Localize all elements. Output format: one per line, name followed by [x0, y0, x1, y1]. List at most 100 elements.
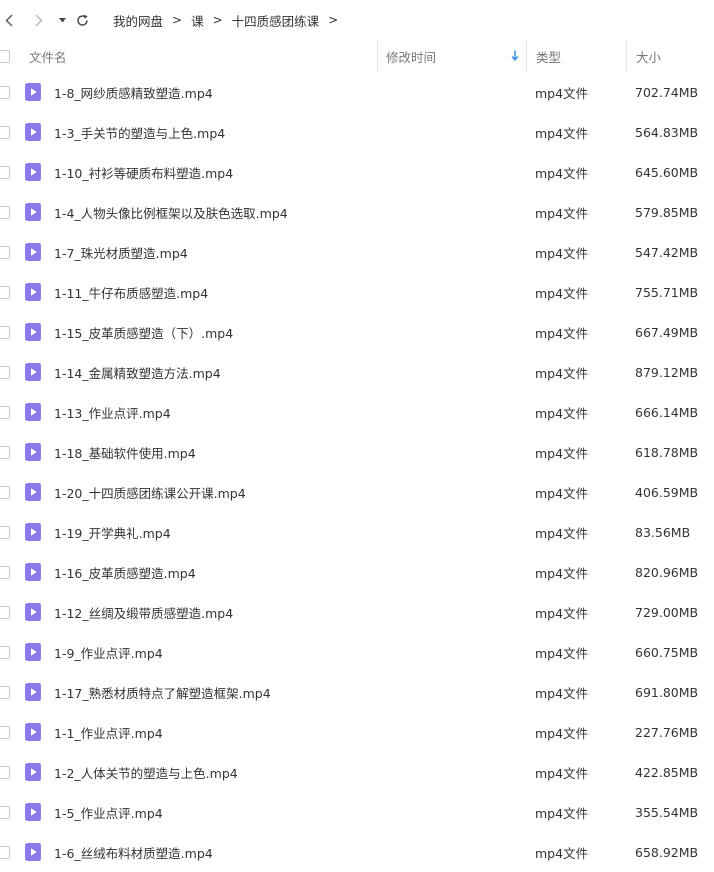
file-row[interactable]: 1-13_作业点评.mp4 mp4文件 666.14MB — [0, 392, 714, 432]
file-row-checkbox[interactable] — [0, 125, 10, 139]
file-icon-cell — [25, 352, 42, 392]
file-size: 691.80MB — [635, 684, 699, 700]
file-row[interactable]: 1-12_丝绸及缎带质感塑造.mp4 mp4文件 729.00MB — [0, 592, 714, 632]
file-row-checkbox[interactable] — [0, 725, 10, 739]
file-size: 666.14MB — [635, 404, 699, 420]
file-row[interactable]: 1-7_珠光材质塑造.mp4 mp4文件 547.42MB — [0, 232, 714, 272]
file-name[interactable]: 1-13_作业点评.mp4 — [54, 392, 374, 432]
breadcrumb-item-root[interactable]: 我的网盘 — [113, 11, 163, 30]
file-type: mp4文件 — [535, 485, 589, 501]
file-row-check-cell — [0, 352, 16, 392]
file-row-checkbox[interactable] — [0, 245, 10, 259]
file-row[interactable]: 1-9_作业点评.mp4 mp4文件 660.75MB — [0, 632, 714, 672]
column-header-name[interactable]: 文件名 — [29, 40, 374, 72]
file-name[interactable]: 1-8_网纱质感精致塑造.mp4 — [54, 72, 374, 112]
file-row[interactable]: 1-14_金属精致塑造方法.mp4 mp4文件 879.12MB — [0, 352, 714, 392]
history-dropdown-button[interactable] — [55, 0, 69, 40]
file-row-checkbox[interactable] — [0, 165, 10, 179]
file-row-checkbox[interactable] — [0, 485, 10, 499]
column-header-type[interactable]: 类型 — [526, 40, 626, 72]
file-row-checkbox[interactable] — [0, 645, 10, 659]
file-size: 355.54MB — [635, 804, 699, 820]
refresh-button[interactable] — [72, 0, 92, 40]
file-row[interactable]: 1-15_皮革质感塑造（下）.mp4 mp4文件 667.49MB — [0, 312, 714, 352]
file-row[interactable]: 1-5_作业点评.mp4 mp4文件 355.54MB — [0, 792, 714, 832]
file-icon-cell — [25, 232, 42, 272]
file-row-checkbox[interactable] — [0, 285, 10, 299]
file-name[interactable]: 1-2_人体关节的塑造与上色.mp4 — [54, 752, 374, 792]
file-row-checkbox[interactable] — [0, 565, 10, 579]
file-row-checkbox[interactable] — [0, 525, 10, 539]
file-row-checkbox[interactable] — [0, 205, 10, 219]
file-size: 547.42MB — [635, 244, 699, 260]
file-name[interactable]: 1-17_熟悉材质特点了解塑造框架.mp4 — [54, 672, 374, 712]
file-row[interactable]: 1-1_作业点评.mp4 mp4文件 227.76MB — [0, 712, 714, 752]
file-type: mp4文件 — [535, 445, 589, 461]
file-row[interactable]: 1-4_人物头像比例框架以及肤色选取.mp4 mp4文件 579.85MB — [0, 192, 714, 232]
file-row[interactable]: 1-11_牛仔布质感塑造.mp4 mp4文件 755.71MB — [0, 272, 714, 312]
file-name[interactable]: 1-20_十四质感团练课公开课.mp4 — [54, 472, 374, 512]
file-row[interactable]: 1-16_皮革质感塑造.mp4 mp4文件 820.96MB — [0, 552, 714, 592]
file-row[interactable]: 1-10_衬衫等硬质布料塑造.mp4 mp4文件 645.60MB — [0, 152, 714, 192]
file-type: mp4文件 — [535, 805, 589, 821]
file-row-checkbox[interactable] — [0, 845, 10, 859]
file-row-checkbox[interactable] — [0, 805, 10, 819]
column-header-size[interactable]: 大小 — [626, 40, 714, 72]
file-row[interactable]: 1-6_丝绒布料材质塑造.mp4 mp4文件 658.92MB — [0, 832, 714, 872]
file-name[interactable]: 1-5_作业点评.mp4 — [54, 792, 374, 832]
breadcrumb-item-course[interactable]: 课 — [191, 11, 204, 30]
file-name[interactable]: 1-15_皮革质感塑造（下）.mp4 — [54, 312, 374, 352]
file-name[interactable]: 1-12_丝绸及缎带质感塑造.mp4 — [54, 592, 374, 632]
file-row-checkbox[interactable] — [0, 405, 10, 419]
file-name[interactable]: 1-16_皮革质感塑造.mp4 — [54, 552, 374, 592]
file-row[interactable]: 1-19_开学典礼.mp4 mp4文件 83.56MB — [0, 512, 714, 552]
file-name[interactable]: 1-4_人物头像比例框架以及肤色选取.mp4 — [54, 192, 374, 232]
file-row[interactable]: 1-2_人体关节的塑造与上色.mp4 mp4文件 422.85MB — [0, 752, 714, 792]
file-icon-cell — [25, 552, 42, 592]
video-file-icon — [25, 603, 41, 621]
select-all-checkbox[interactable] — [0, 49, 10, 63]
file-row-check-cell — [0, 312, 16, 352]
file-size: 422.85MB — [635, 764, 699, 780]
file-row-check-cell — [0, 792, 16, 832]
file-size: 702.74MB — [635, 84, 699, 100]
file-name[interactable]: 1-3_手关节的塑造与上色.mp4 — [54, 112, 374, 152]
file-name[interactable]: 1-18_基础软件使用.mp4 — [54, 432, 374, 472]
video-file-icon — [25, 83, 41, 101]
file-type: mp4文件 — [535, 125, 589, 141]
chevron-left-icon — [5, 14, 13, 26]
column-header-modified[interactable]: 修改时间 — [377, 40, 525, 72]
file-row-checkbox[interactable] — [0, 605, 10, 619]
file-row-checkbox[interactable] — [0, 85, 10, 99]
file-row[interactable]: 1-3_手关节的塑造与上色.mp4 mp4文件 564.83MB — [0, 112, 714, 152]
file-name[interactable]: 1-7_珠光材质塑造.mp4 — [54, 232, 374, 272]
breadcrumb-separator[interactable]: > — [328, 13, 338, 27]
file-name[interactable]: 1-6_丝绒布料材质塑造.mp4 — [54, 832, 374, 872]
file-row-checkbox[interactable] — [0, 445, 10, 459]
file-name[interactable]: 1-10_衬衫等硬质布料塑造.mp4 — [54, 152, 374, 192]
file-row-checkbox[interactable] — [0, 365, 10, 379]
forward-button[interactable] — [28, 0, 50, 40]
video-file-icon — [25, 283, 41, 301]
file-type: mp4文件 — [535, 565, 589, 581]
file-row[interactable]: 1-8_网纱质感精致塑造.mp4 mp4文件 702.74MB — [0, 72, 714, 112]
file-type: mp4文件 — [535, 285, 589, 301]
file-row[interactable]: 1-20_十四质感团练课公开课.mp4 mp4文件 406.59MB — [0, 472, 714, 512]
file-row-checkbox[interactable] — [0, 325, 10, 339]
file-row[interactable]: 1-18_基础软件使用.mp4 mp4文件 618.78MB — [0, 432, 714, 472]
file-row-checkbox[interactable] — [0, 765, 10, 779]
file-name[interactable]: 1-11_牛仔布质感塑造.mp4 — [54, 272, 374, 312]
file-name[interactable]: 1-9_作业点评.mp4 — [54, 632, 374, 672]
file-row-checkbox[interactable] — [0, 685, 10, 699]
file-row-check-cell — [0, 672, 16, 712]
file-type: mp4文件 — [535, 325, 589, 341]
file-name[interactable]: 1-19_开学典礼.mp4 — [54, 512, 374, 552]
file-row-check-cell — [0, 72, 16, 112]
file-name[interactable]: 1-14_金属精致塑造方法.mp4 — [54, 352, 374, 392]
file-icon-cell — [25, 312, 42, 352]
file-name[interactable]: 1-1_作业点评.mp4 — [54, 712, 374, 752]
back-button[interactable] — [0, 0, 18, 40]
breadcrumb-item-current[interactable]: 十四质感团练课 — [232, 11, 320, 30]
file-type: mp4文件 — [535, 645, 589, 661]
file-row[interactable]: 1-17_熟悉材质特点了解塑造框架.mp4 mp4文件 691.80MB — [0, 672, 714, 712]
